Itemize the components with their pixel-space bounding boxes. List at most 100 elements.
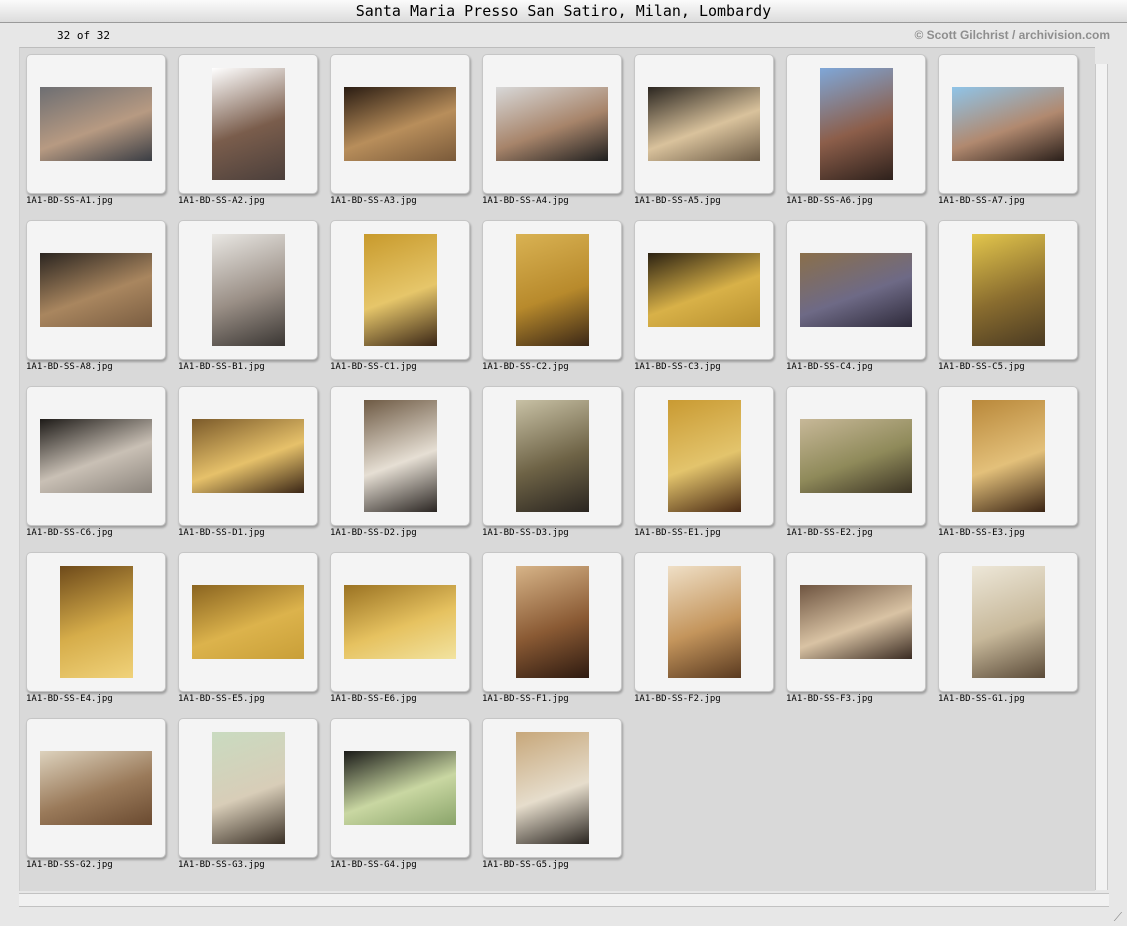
thumbnail-frame[interactable]: [634, 552, 774, 692]
thumbnail-image[interactable]: [971, 400, 1045, 512]
thumbnail-image[interactable]: [40, 87, 152, 161]
thumbnail-image[interactable]: [344, 751, 456, 825]
thumbnail-image[interactable]: [192, 585, 304, 659]
thumbnail-frame[interactable]: [26, 718, 166, 858]
thumbnail-item[interactable]: 1A1-BD-SS-E3.jpg: [938, 386, 1078, 546]
thumbnail-item[interactable]: 1A1-BD-SS-F2.jpg: [634, 552, 774, 712]
thumbnail-item[interactable]: 1A1-BD-SS-C6.jpg: [26, 386, 166, 546]
thumbnail-item[interactable]: 1A1-BD-SS-G1.jpg: [938, 552, 1078, 712]
thumbnail-frame[interactable]: [482, 718, 622, 858]
thumbnail-frame[interactable]: [330, 54, 470, 194]
thumbnail-frame[interactable]: [482, 552, 622, 692]
thumbnail-item[interactable]: 1A1-BD-SS-A3.jpg: [330, 54, 470, 214]
thumbnail-frame[interactable]: [938, 552, 1078, 692]
thumbnail-frame[interactable]: [786, 552, 926, 692]
thumbnail-item[interactable]: 1A1-BD-SS-E1.jpg: [634, 386, 774, 546]
thumbnail-image[interactable]: [40, 253, 152, 327]
thumbnail-frame[interactable]: [26, 552, 166, 692]
thumbnail-image[interactable]: [648, 87, 760, 161]
thumbnail-image[interactable]: [667, 566, 741, 678]
thumbnail-frame[interactable]: [330, 220, 470, 360]
thumbnail-image[interactable]: [363, 234, 437, 346]
thumbnail-item[interactable]: 1A1-BD-SS-E2.jpg: [786, 386, 926, 546]
thumbnail-frame[interactable]: [786, 386, 926, 526]
thumbnail-image[interactable]: [667, 400, 741, 512]
thumbnail-frame[interactable]: [178, 552, 318, 692]
thumbnail-image[interactable]: [344, 585, 456, 659]
thumbnail-image[interactable]: [515, 400, 589, 512]
thumbnail-frame[interactable]: [634, 54, 774, 194]
thumbnail-image[interactable]: [211, 234, 285, 346]
thumbnail-item[interactable]: 1A1-BD-SS-C3.jpg: [634, 220, 774, 380]
thumbnail-item[interactable]: 1A1-BD-SS-D2.jpg: [330, 386, 470, 546]
thumbnail-item[interactable]: 1A1-BD-SS-A4.jpg: [482, 54, 622, 214]
thumbnail-item[interactable]: 1A1-BD-SS-G3.jpg: [178, 718, 318, 878]
thumbnail-frame[interactable]: [634, 386, 774, 526]
thumbnail-image[interactable]: [800, 585, 912, 659]
thumbnail-frame[interactable]: [330, 552, 470, 692]
thumbnail-image[interactable]: [800, 253, 912, 327]
thumbnail-item[interactable]: 1A1-BD-SS-E6.jpg: [330, 552, 470, 712]
thumbnail-image[interactable]: [211, 68, 285, 180]
thumbnail-image[interactable]: [648, 253, 760, 327]
thumbnail-frame[interactable]: [938, 386, 1078, 526]
thumbnail-item[interactable]: 1A1-BD-SS-A6.jpg: [786, 54, 926, 214]
thumbnail-frame[interactable]: [178, 54, 318, 194]
thumbnail-image[interactable]: [952, 87, 1064, 161]
thumbnail-image[interactable]: [496, 87, 608, 161]
thumbnail-frame[interactable]: [330, 718, 470, 858]
thumbnail-item[interactable]: 1A1-BD-SS-C2.jpg: [482, 220, 622, 380]
thumbnail-image[interactable]: [515, 732, 589, 844]
thumbnail-image[interactable]: [192, 419, 304, 493]
resize-grip-icon[interactable]: ⟋: [1111, 910, 1125, 924]
thumbnail-frame[interactable]: [482, 54, 622, 194]
thumbnail-frame[interactable]: [178, 220, 318, 360]
thumbnail-item[interactable]: 1A1-BD-SS-C1.jpg: [330, 220, 470, 380]
thumbnail-frame[interactable]: [330, 386, 470, 526]
thumbnail-item[interactable]: 1A1-BD-SS-E4.jpg: [26, 552, 166, 712]
thumbnail-item[interactable]: 1A1-BD-SS-G2.jpg: [26, 718, 166, 878]
thumbnail-item[interactable]: 1A1-BD-SS-A8.jpg: [26, 220, 166, 380]
vertical-scrollbar[interactable]: [1095, 64, 1108, 890]
thumbnail-frame[interactable]: [26, 386, 166, 526]
thumbnail-image[interactable]: [800, 419, 912, 493]
thumbnail-item[interactable]: 1A1-BD-SS-G4.jpg: [330, 718, 470, 878]
thumbnail-frame[interactable]: [178, 718, 318, 858]
thumbnail-item[interactable]: 1A1-BD-SS-C5.jpg: [938, 220, 1078, 380]
thumbnail-image[interactable]: [40, 751, 152, 825]
thumbnail-frame[interactable]: [26, 220, 166, 360]
thumbnail-image[interactable]: [344, 87, 456, 161]
thumbnail-item[interactable]: 1A1-BD-SS-A2.jpg: [178, 54, 318, 214]
thumbnail-item[interactable]: 1A1-BD-SS-A5.jpg: [634, 54, 774, 214]
thumbnail-frame[interactable]: [178, 386, 318, 526]
thumbnail-image[interactable]: [819, 68, 893, 180]
thumbnail-item[interactable]: 1A1-BD-SS-D3.jpg: [482, 386, 622, 546]
thumbnail-image[interactable]: [363, 400, 437, 512]
thumbnail-item[interactable]: 1A1-BD-SS-G5.jpg: [482, 718, 622, 878]
thumbnail-frame[interactable]: [786, 220, 926, 360]
thumbnail-item[interactable]: 1A1-BD-SS-D1.jpg: [178, 386, 318, 546]
thumbnail-item[interactable]: 1A1-BD-SS-B1.jpg: [178, 220, 318, 380]
thumbnail-image[interactable]: [515, 234, 589, 346]
thumbnail-image[interactable]: [515, 566, 589, 678]
horizontal-scrollbar[interactable]: [19, 893, 1109, 907]
thumbnail-image[interactable]: [971, 566, 1045, 678]
thumbnail-item[interactable]: 1A1-BD-SS-F1.jpg: [482, 552, 622, 712]
thumbnail-item[interactable]: 1A1-BD-SS-A7.jpg: [938, 54, 1078, 214]
thumbnail-frame[interactable]: [634, 220, 774, 360]
thumbnail-image[interactable]: [59, 566, 133, 678]
thumbnail-frame[interactable]: [938, 220, 1078, 360]
thumbnail-filename: 1A1-BD-SS-A2.jpg: [178, 196, 265, 206]
thumbnail-image[interactable]: [971, 234, 1045, 346]
thumbnail-item[interactable]: 1A1-BD-SS-E5.jpg: [178, 552, 318, 712]
thumbnail-item[interactable]: 1A1-BD-SS-F3.jpg: [786, 552, 926, 712]
thumbnail-frame[interactable]: [26, 54, 166, 194]
thumbnail-frame[interactable]: [482, 220, 622, 360]
thumbnail-image[interactable]: [211, 732, 285, 844]
thumbnail-frame[interactable]: [482, 386, 622, 526]
thumbnail-frame[interactable]: [786, 54, 926, 194]
thumbnail-item[interactable]: 1A1-BD-SS-C4.jpg: [786, 220, 926, 380]
thumbnail-item[interactable]: 1A1-BD-SS-A1.jpg: [26, 54, 166, 214]
thumbnail-frame[interactable]: [938, 54, 1078, 194]
thumbnail-image[interactable]: [40, 419, 152, 493]
